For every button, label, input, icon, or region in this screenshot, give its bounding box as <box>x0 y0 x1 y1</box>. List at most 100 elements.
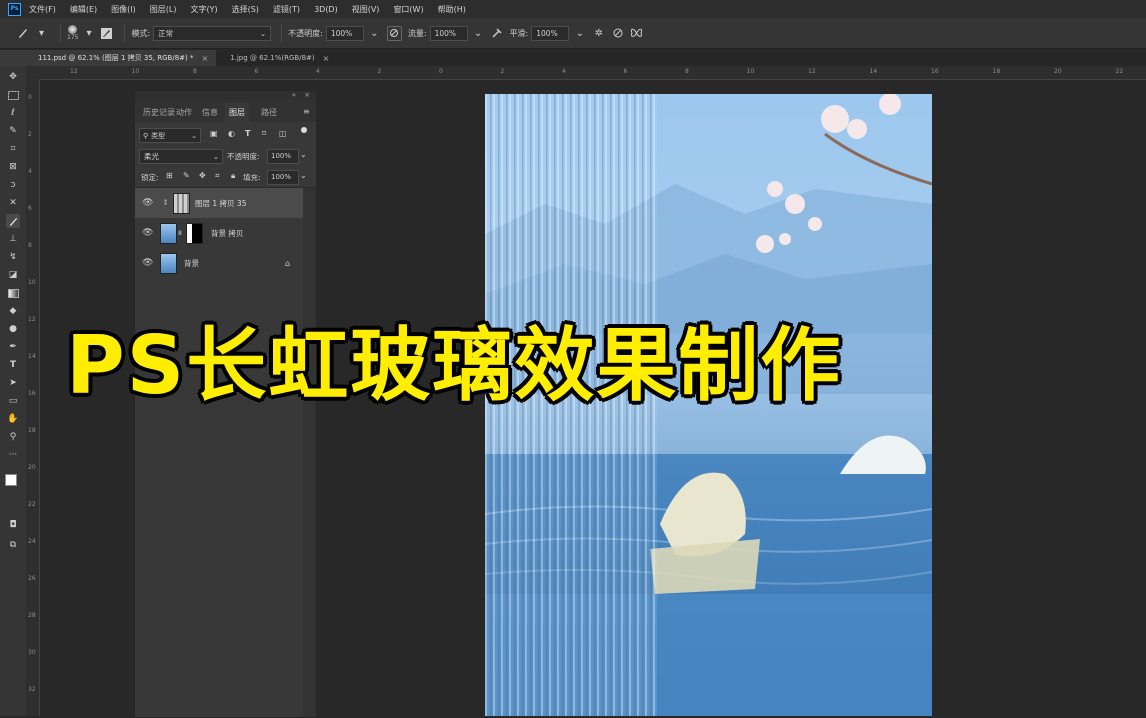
airbrush-icon[interactable] <box>491 27 504 40</box>
symmetry-butterfly-icon[interactable] <box>630 27 643 40</box>
lock-all-icon[interactable]: 🔒︎ <box>231 171 235 181</box>
layers-scrollbar[interactable] <box>303 188 316 717</box>
menu-3d[interactable]: 3D(D) <box>314 5 338 14</box>
screen-mode-icon[interactable]: ⧉ <box>6 538 20 552</box>
mode-value: 正常 <box>158 28 174 38</box>
path-selection-tool-icon[interactable]: ➤ <box>6 376 20 390</box>
lock-position-icon[interactable]: ✥ <box>199 171 206 180</box>
smoothing-field[interactable]: 100% <box>531 25 570 41</box>
layer-opacity-field[interactable]: 100% <box>267 149 299 164</box>
tab-1-jpg[interactable]: 1.jpg @ 62.1%(RGB/8#) × <box>216 50 337 66</box>
ruler-tick-label: 20 <box>1054 68 1062 75</box>
move-tool-icon[interactable]: ✥ <box>6 70 20 84</box>
filter-adjustment-icon[interactable]: ◐ <box>228 129 235 138</box>
chevron-down-icon[interactable]: ⌄ <box>300 171 307 180</box>
layer-row-background[interactable]: 👁︎ 背景 ⌂ <box>135 248 303 278</box>
tab-history[interactable]: 历史记录 <box>143 107 175 118</box>
pressure-opacity-icon[interactable] <box>386 25 402 41</box>
marquee-tool-icon[interactable] <box>6 88 20 102</box>
chevron-down-icon[interactable]: ⌄ <box>300 150 307 159</box>
blend-mode-select[interactable]: 柔光 ⌄ <box>139 149 223 164</box>
close-icon[interactable]: × <box>323 54 330 63</box>
menu-type[interactable]: 文字(Y) <box>190 4 217 15</box>
ruler-tick-label: 22 <box>28 501 36 508</box>
fill-field[interactable]: 100% <box>267 170 299 185</box>
blur-tool-icon[interactable]: ◆ <box>6 304 20 318</box>
healing-brush-tool-icon[interactable]: ✕ <box>6 196 20 210</box>
collapse-icon[interactable]: « <box>292 91 296 99</box>
ruler-tick-label: 6 <box>28 205 32 212</box>
chevron-down-icon[interactable]: ⌄ <box>472 27 485 40</box>
gear-icon[interactable]: ✲ <box>592 27 605 40</box>
clone-stamp-tool-icon[interactable]: ⊥ <box>6 232 20 246</box>
visibility-eye-icon[interactable]: 👁︎ <box>142 228 153 238</box>
gradient-tool-icon[interactable] <box>6 286 20 300</box>
menu-window[interactable]: 窗口(W) <box>393 4 423 15</box>
tab-paths[interactable]: 路径 <box>261 107 277 118</box>
eyedropper-tool-icon[interactable]: ↄ <box>6 178 20 192</box>
zoom-tool-icon[interactable]: ⚲ <box>6 430 20 444</box>
menu-filter[interactable]: 滤镜(T) <box>273 4 300 15</box>
filter-shape-icon[interactable]: ⌑ <box>262 129 266 138</box>
mode-select[interactable]: 正常 ⌄ <box>153 25 272 41</box>
pen-tool-icon[interactable]: ✒ <box>6 340 20 354</box>
close-icon[interactable]: × <box>201 54 208 63</box>
foreground-color-swatch[interactable] <box>5 474 17 486</box>
brush-settings-icon[interactable] <box>101 27 113 39</box>
layer-filter-select[interactable]: ⚲ 类型 ⌄ <box>139 128 201 143</box>
layer-name: 背景 拷贝 <box>211 228 244 238</box>
ruler-tick-label: 2 <box>377 68 382 75</box>
lock-image-icon[interactable]: ✎ <box>183 171 190 180</box>
type-tool-icon[interactable]: T <box>6 358 20 372</box>
tab-actions[interactable]: 动作 <box>176 107 192 118</box>
filter-type-icon[interactable]: T <box>245 129 250 138</box>
tab-111-psd[interactable]: 111.psd @ 62.1% (图层 1 拷贝 35, RGB/8#) * × <box>0 50 217 66</box>
eraser-tool-icon[interactable]: ◪ <box>6 268 20 282</box>
lock-artboard-icon[interactable]: ⌗ <box>215 171 220 181</box>
tab-info[interactable]: 信息 <box>202 107 218 118</box>
menu-select[interactable]: 选择(S) <box>232 4 259 15</box>
ruler-tick-label: 20 <box>28 464 36 471</box>
menu-layer[interactable]: 图层(L) <box>150 4 177 15</box>
visibility-eye-icon[interactable]: 👁︎ <box>142 258 153 268</box>
rectangle-tool-icon[interactable]: ▭ <box>6 394 20 408</box>
flow-field[interactable]: 100% <box>429 25 468 41</box>
brush-size: 175 <box>67 34 79 41</box>
chevron-down-icon[interactable]: ▾ <box>82 27 95 40</box>
chevron-down-icon[interactable]: ⌄ <box>573 27 586 40</box>
ruler-tick-label: 6 <box>623 68 628 75</box>
lock-transparent-icon[interactable]: ⊞ <box>166 171 173 180</box>
close-icon[interactable]: × <box>304 91 310 99</box>
menu-file[interactable]: 文件(F) <box>29 4 56 15</box>
tab-layers[interactable]: 图层 <box>225 103 249 122</box>
chevron-down-icon[interactable]: ▾ <box>35 27 48 40</box>
opacity-field[interactable]: 100% <box>325 25 364 41</box>
hand-tool-icon[interactable]: ✋ <box>6 412 20 426</box>
filter-pixel-icon[interactable]: ▣ <box>210 129 218 138</box>
crop-tool-icon[interactable]: ⌗ <box>6 142 20 156</box>
filter-toggle-icon[interactable] <box>301 127 307 133</box>
quick-select-tool-icon[interactable]: ✎ <box>6 124 20 138</box>
pressure-size-icon[interactable] <box>611 27 624 40</box>
frame-tool-icon[interactable]: ⊠ <box>6 160 20 174</box>
more-tools-icon[interactable]: ··· <box>6 448 20 462</box>
visibility-eye-icon[interactable]: 👁︎ <box>142 198 153 208</box>
quick-mask-icon[interactable]: ◘ <box>6 518 20 532</box>
layer-row-copy-35[interactable]: 👁︎ ⁑ 图层 1 拷贝 35 <box>135 188 303 218</box>
mode-label: 模式: <box>131 28 151 38</box>
menu-help[interactable]: 帮助(H) <box>438 4 466 15</box>
brush-preset-picker[interactable]: 175 <box>67 25 78 41</box>
menu-edit[interactable]: 编辑(E) <box>70 4 97 15</box>
lasso-tool-icon[interactable]: ℓ <box>6 106 20 120</box>
dodge-tool-icon[interactable]: ● <box>6 322 20 336</box>
layer-row-background-copy[interactable]: 👁︎ 8 背景 拷贝 <box>135 218 303 248</box>
brush-tool-icon[interactable] <box>16 27 29 40</box>
menu-view[interactable]: 视图(V) <box>352 4 380 15</box>
chevron-down-icon[interactable]: ⌄ <box>368 27 381 40</box>
brush-tool-icon[interactable] <box>6 214 20 228</box>
panel-menu-icon[interactable]: ≡ <box>303 107 310 116</box>
menu-image[interactable]: 图像(I) <box>111 4 136 15</box>
history-brush-tool-icon[interactable]: ↯ <box>6 250 20 264</box>
filter-smart-object-icon[interactable]: ◫ <box>279 129 287 138</box>
lock-icon: ⌂ <box>285 258 291 268</box>
